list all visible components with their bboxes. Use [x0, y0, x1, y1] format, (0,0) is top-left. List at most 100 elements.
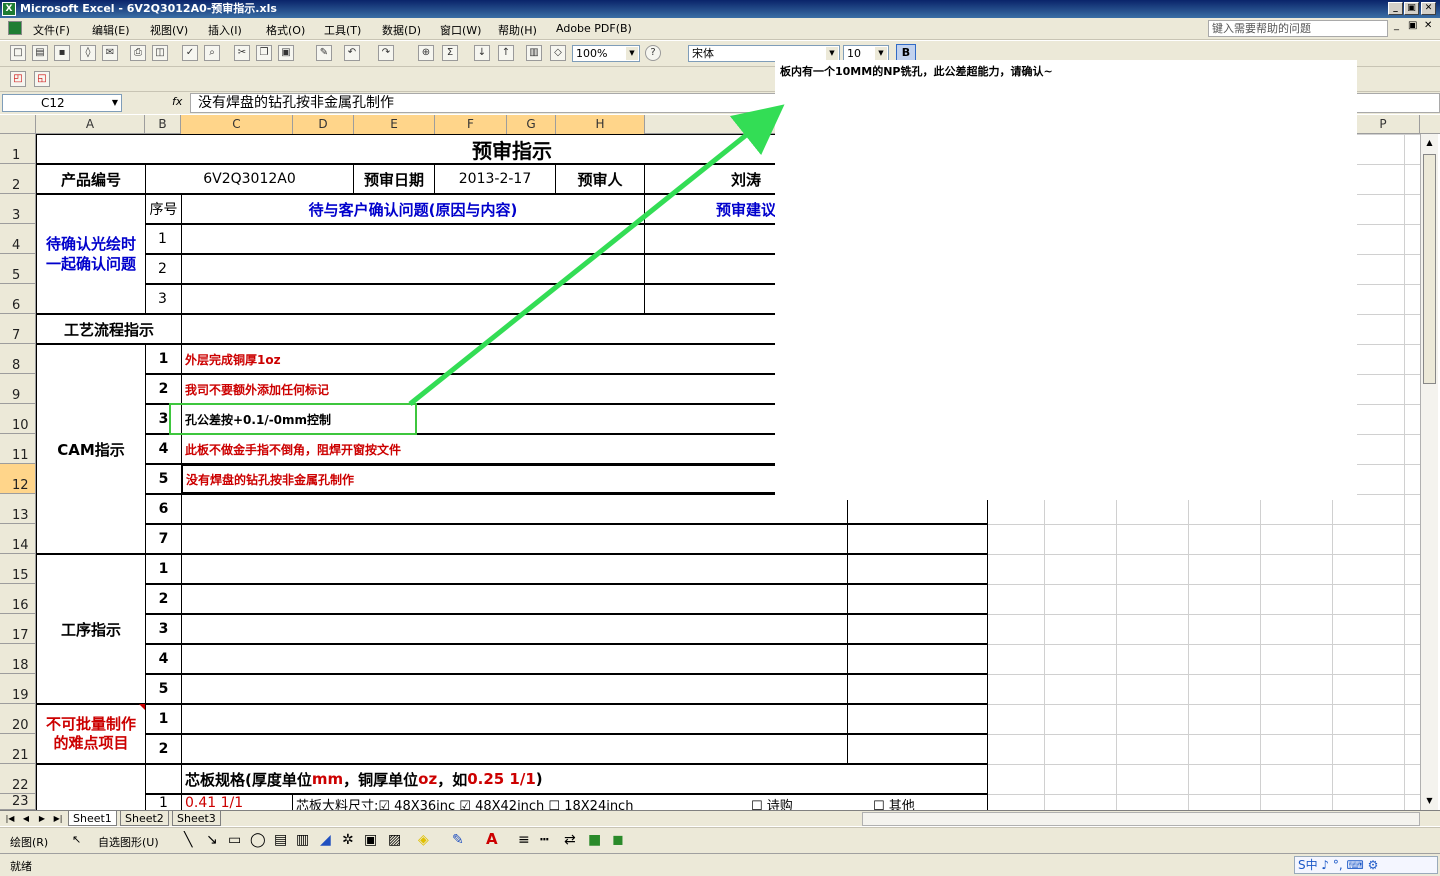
zoom-select[interactable]: 100% ▼ — [572, 45, 640, 62]
column-header-p[interactable]: P — [1347, 115, 1420, 134]
core-row-num[interactable]: 1 — [145, 794, 182, 810]
core-row-value[interactable]: 0.41 1/1 — [181, 794, 293, 810]
row-header-21[interactable]: 21 — [0, 734, 36, 764]
fx-icon[interactable]: fx — [172, 95, 182, 108]
column-header-h[interactable]: H — [556, 115, 645, 134]
name-box[interactable]: C12 ▼ — [2, 94, 122, 112]
autosum-icon[interactable]: Σ — [442, 45, 458, 61]
row-header-8[interactable]: 8 — [0, 344, 36, 374]
proc-label[interactable]: 工序指示 — [36, 554, 146, 704]
open-icon[interactable]: ▤ — [32, 45, 48, 61]
cut-icon[interactable]: ✂ — [234, 45, 250, 61]
format-painter-icon[interactable]: ✎ — [316, 45, 332, 61]
print-icon[interactable]: ⎙ — [130, 45, 146, 61]
cam-item-5-selected[interactable]: 没有焊盘的钻孔按非金属孔制作 — [181, 464, 848, 494]
sort-ascending-icon[interactable]: ↓ — [474, 45, 490, 61]
proc-item-2[interactable] — [181, 584, 848, 614]
proc-note-2[interactable] — [847, 584, 988, 614]
hard-note-2[interactable] — [847, 734, 988, 764]
proc-note-1[interactable] — [847, 554, 988, 584]
confirm-num-2[interactable]: 2 — [145, 254, 182, 284]
close-button[interactable]: ✕ — [1421, 2, 1436, 15]
vertical-scrollbar[interactable]: ▲ ▼ — [1420, 134, 1438, 810]
seq-label[interactable]: 序号 — [145, 194, 182, 224]
arrow-icon[interactable]: ↘ — [206, 832, 218, 848]
line-icon[interactable]: ╲ — [184, 832, 192, 848]
row-header-2[interactable]: 2 — [0, 164, 36, 194]
workbook-icon[interactable] — [8, 21, 22, 35]
row-header-5[interactable]: 5 — [0, 254, 36, 284]
core-option-1[interactable]: ☐ 诗购 — [751, 795, 793, 810]
sort-descending-icon[interactable]: ↑ — [498, 45, 514, 61]
column-header-c[interactable]: C — [181, 115, 293, 134]
oval-icon[interactable]: ◯ — [250, 832, 266, 848]
column-header-f[interactable]: F — [435, 115, 507, 134]
permission-icon[interactable]: ◊ — [80, 45, 96, 61]
doc-close-icon[interactable]: ✕ — [1424, 20, 1432, 31]
sheet-tab-2[interactable]: Sheet2 — [120, 811, 169, 826]
row-header-19[interactable]: 19 — [0, 674, 36, 704]
fill-color-icon[interactable]: ◈ — [418, 832, 429, 848]
proc-num-4[interactable]: 4 — [145, 644, 182, 674]
hard-num-2[interactable]: 2 — [145, 734, 182, 764]
chevron-down-icon[interactable]: ▼ — [626, 47, 638, 60]
print-preview-icon[interactable]: ◫ — [152, 45, 168, 61]
drawing-icon[interactable]: ◇ — [550, 45, 566, 61]
paste-icon[interactable]: ▣ — [278, 45, 294, 61]
proc-note-3[interactable] — [847, 614, 988, 644]
cell-comment-popup[interactable]: 板内有一个10MM的NP铣孔，此公差超能力，请确认~ — [775, 60, 1357, 500]
core-spec-header[interactable]: 芯板规格(厚度单位 mm ，铜厚单位 oz ，如 0.25 1/1) — [181, 764, 988, 794]
scroll-up-icon[interactable]: ▲ — [1423, 136, 1436, 150]
clipart-icon[interactable]: ▣ — [364, 832, 377, 848]
pdf-email-icon[interactable]: ◱ — [34, 71, 50, 87]
menu-format[interactable]: 格式(O) — [266, 22, 305, 38]
help-icon[interactable]: ? — [645, 45, 661, 61]
cam-num-4[interactable]: 4 — [145, 434, 182, 464]
cam-item-1[interactable]: 外层完成铜厚1oz — [181, 344, 848, 374]
research-icon[interactable]: ⌕ — [204, 45, 220, 61]
horizontal-scrollbar[interactable] — [862, 812, 1420, 826]
hard-note-1[interactable] — [847, 704, 988, 734]
undo-icon[interactable]: ↶ — [344, 45, 360, 61]
textbox-icon[interactable]: ▤ — [274, 832, 287, 848]
new-icon[interactable]: □ — [10, 45, 26, 61]
product-no-label[interactable]: 产品编号 — [36, 164, 146, 194]
line-color-icon[interactable]: ✎ — [452, 832, 464, 848]
row-header-12[interactable]: 12 — [0, 464, 36, 494]
column-header-a[interactable]: A — [36, 115, 145, 134]
menu-edit[interactable]: 编辑(E) — [92, 22, 130, 38]
proc-num-1[interactable]: 1 — [145, 554, 182, 584]
process-content[interactable] — [181, 314, 848, 344]
menu-help[interactable]: 帮助(H) — [498, 22, 537, 38]
cam-item-2[interactable]: 我司不要额外添加任何标记 — [181, 374, 848, 404]
sheet-tab-3[interactable]: Sheet3 — [172, 811, 221, 826]
doc-minimize-icon[interactable]: _ — [1394, 20, 1399, 31]
select-objects-icon[interactable]: ↖ — [72, 833, 81, 846]
dash-style-icon[interactable]: ┅ — [540, 832, 548, 848]
next-sheet-icon[interactable]: ▶ — [36, 812, 48, 825]
confirm-num-3[interactable]: 3 — [145, 284, 182, 314]
redo-icon[interactable]: ↷ — [378, 45, 394, 61]
restore-button[interactable]: ▣ — [1404, 2, 1419, 15]
3d-icon[interactable]: ◼ — [612, 832, 624, 848]
copy-icon[interactable]: ❐ — [256, 45, 272, 61]
row-header-22[interactable]: 22 — [0, 764, 36, 794]
menu-view[interactable]: 视图(V) — [150, 22, 188, 38]
row-header-15[interactable]: 15 — [0, 554, 36, 584]
confirm-num-1[interactable]: 1 — [145, 224, 182, 254]
cam-item-7[interactable] — [181, 524, 848, 554]
row-header-14[interactable]: 14 — [0, 524, 36, 554]
row-header-4[interactable]: 4 — [0, 224, 36, 254]
row-header-17[interactable]: 17 — [0, 614, 36, 644]
row-header-3[interactable]: 3 — [0, 194, 36, 224]
hard-num-1[interactable]: 1 — [145, 704, 182, 734]
chevron-down-icon[interactable]: ▼ — [112, 95, 118, 111]
chart-wizard-icon[interactable]: ▥ — [526, 45, 542, 61]
menu-window[interactable]: 窗口(W) — [440, 22, 481, 38]
core-group-label[interactable] — [36, 764, 146, 810]
proc-num-2[interactable]: 2 — [145, 584, 182, 614]
confirm-issue-1[interactable] — [181, 224, 645, 254]
row-header-16[interactable]: 16 — [0, 584, 36, 614]
cam-num-1[interactable]: 1 — [145, 344, 182, 374]
hyperlink-icon[interactable]: ⊕ — [418, 45, 434, 61]
